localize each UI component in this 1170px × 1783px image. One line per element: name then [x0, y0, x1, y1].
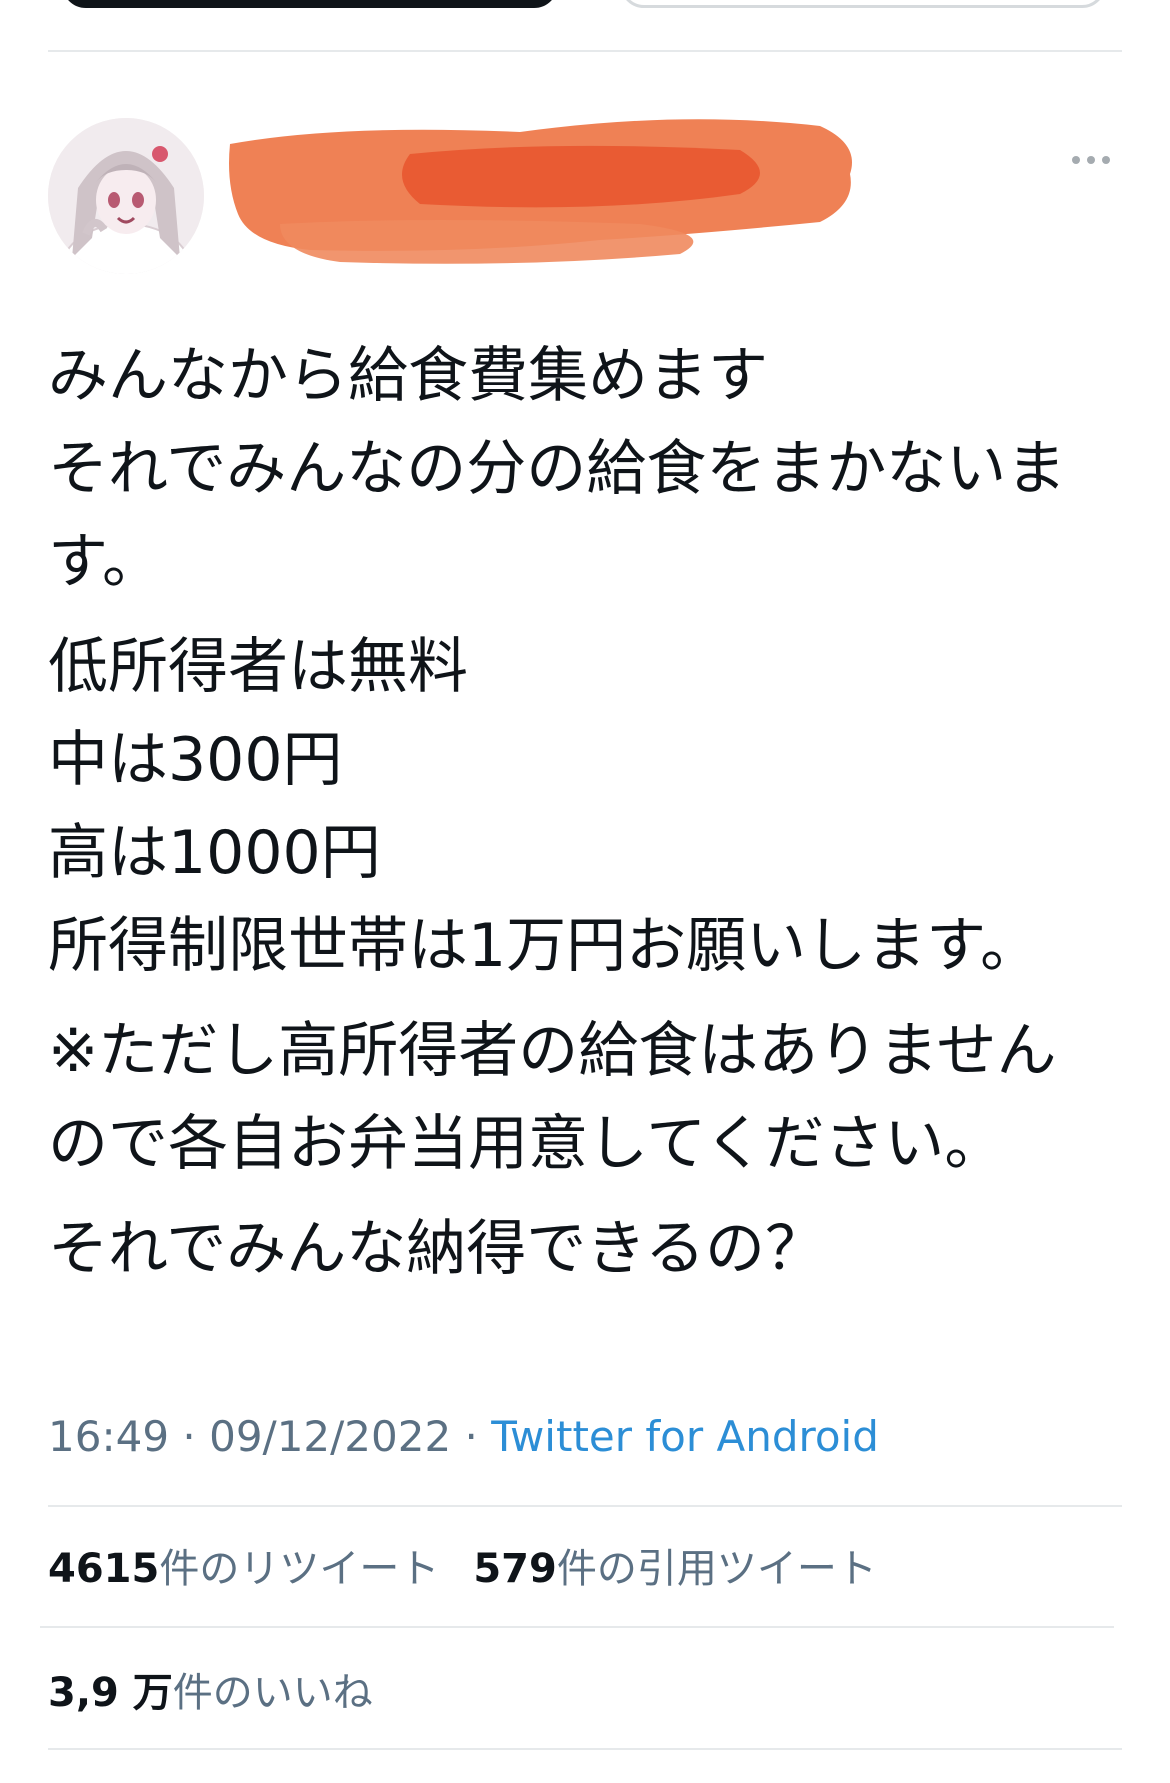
tweet-line: ので各自お弁当用意してください。 — [48, 1109, 1005, 1179]
divider-top — [48, 50, 1122, 52]
tweet-line: それでみんなの分の給食をまかないま — [48, 434, 1067, 504]
top-button-right[interactable] — [620, 0, 1106, 8]
tweet-line: みんなから給食費集めます — [48, 341, 768, 411]
tweet-time[interactable]: 16:49 — [48, 1412, 169, 1461]
tweet-line: 低所得者は無料 — [48, 632, 468, 702]
tweet-line: 所得制限世帯は1万円お願いします。 — [48, 911, 1041, 981]
quotes-label: 件の引用ツイート — [556, 1546, 877, 1592]
divider-meta — [48, 1505, 1122, 1507]
redacted-username[interactable] — [220, 104, 860, 274]
meta-separator: · — [451, 1412, 492, 1461]
tweet-detail-page: みんなから給食費集めます それでみんなの分の給食をまかないま す。 低所得者は無… — [0, 0, 1170, 1783]
quotes-link[interactable]: 579件の引用ツイート — [473, 1546, 877, 1592]
likes-link[interactable]: 3,9 万件のいいね — [48, 1670, 373, 1716]
quotes-count: 579 — [473, 1546, 557, 1592]
tweet-line: す。 — [48, 527, 162, 597]
tweet-date[interactable]: 09/12/2022 — [209, 1412, 451, 1461]
tweet-line: 高は1000円 — [48, 818, 381, 888]
tweet-timestamp: 16:49 · 09/12/2022 · Twitter for Android — [48, 1412, 879, 1461]
retweet-stats-row: 4615件のリツイート 579件の引用ツイート — [48, 1536, 877, 1594]
likes-count: 3,9 万 — [48, 1670, 173, 1716]
tweet-line: それでみんな納得できるの？ — [48, 1214, 825, 1284]
retweets-link[interactable]: 4615件のリツイート — [48, 1546, 439, 1592]
tweet-source-link[interactable]: Twitter for Android — [491, 1412, 879, 1461]
meta-separator: · — [169, 1412, 210, 1461]
retweets-count: 4615 — [48, 1546, 160, 1592]
tweet-line: ※ただし高所得者の給食はありません — [48, 1016, 1057, 1086]
top-button-left[interactable] — [62, 0, 558, 8]
tweet-text: みんなから給食費集めます それでみんなの分の給食をまかないま す。 低所得者は無… — [48, 330, 1108, 1296]
more-horizontal-icon[interactable] — [1072, 150, 1116, 170]
avatar[interactable] — [48, 118, 204, 274]
divider-stats — [40, 1626, 1114, 1628]
likes-label: 件のいいね — [172, 1670, 373, 1716]
retweets-label: 件のリツイート — [159, 1546, 440, 1592]
likes-stats-row: 3,9 万件のいいね — [48, 1660, 373, 1718]
divider-bottom — [48, 1748, 1122, 1750]
tweet-line: 中は300円 — [48, 725, 343, 795]
